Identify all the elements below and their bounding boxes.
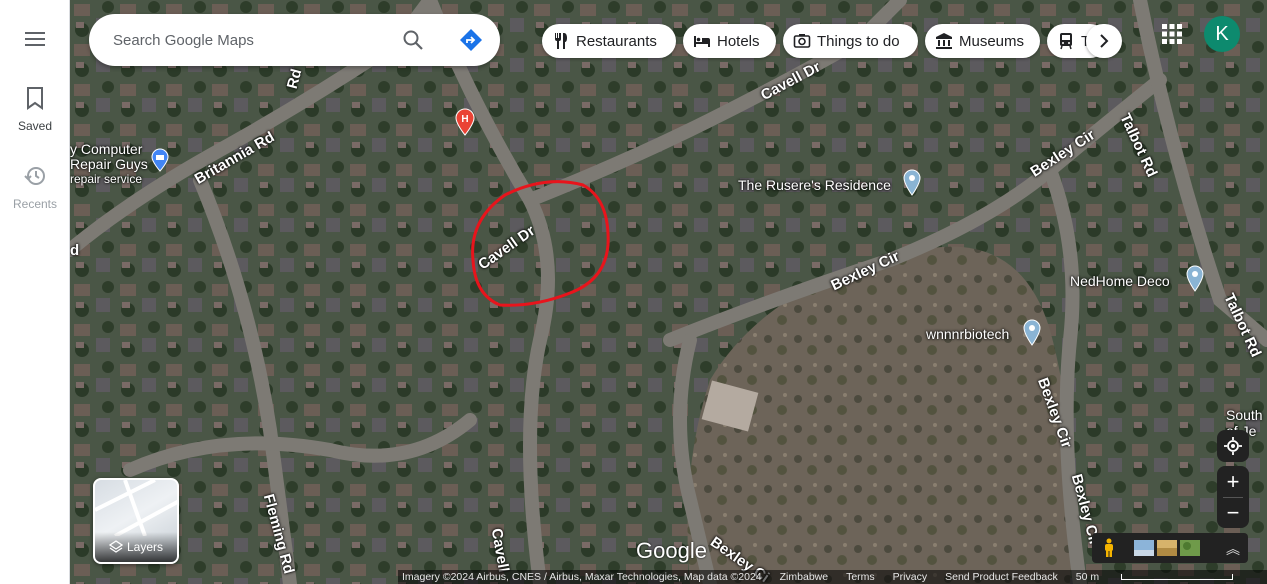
imagery-thumbnail-1[interactable] (1134, 540, 1154, 556)
chip-label: Restaurants (576, 32, 657, 50)
imagery-credit: Imagery ©2024 Airbus, CNES / Airbus, Max… (402, 571, 762, 583)
pegman-icon[interactable] (1102, 538, 1116, 558)
place-pin-icon[interactable] (1185, 264, 1205, 292)
camera-icon (793, 34, 811, 48)
layers-label: Layers (126, 540, 164, 554)
svg-text:H: H (461, 114, 468, 125)
chip-label: Museums (959, 32, 1025, 50)
account-avatar[interactable]: K (1204, 16, 1240, 52)
place-name-line1: y Computer (70, 141, 143, 157)
scale-label: 50 m (1075, 571, 1100, 583)
expand-icon[interactable]: ︽ (1226, 539, 1240, 559)
layers-thumbnail (95, 480, 177, 536)
bookmark-icon (27, 87, 43, 110)
chip-label: Hotels (717, 32, 760, 50)
apps-grid-icon[interactable] (1160, 22, 1184, 46)
search-box (89, 14, 500, 66)
search-icon[interactable] (401, 28, 425, 52)
place-label-computer-repair[interactable]: y Computer Repair Guys repair service (70, 142, 148, 187)
place-label-nedhome[interactable]: NedHome Deco (1070, 273, 1170, 289)
country-link[interactable]: Zimbabwe (780, 571, 828, 583)
saved-label: Saved (17, 119, 53, 133)
history-icon (24, 167, 45, 185)
recents-label: Recents (12, 197, 58, 211)
place-pin-icon[interactable] (1022, 318, 1042, 346)
scale-bar[interactable]: 50 m (1076, 571, 1251, 583)
my-location-button[interactable] (1217, 430, 1249, 462)
chip-museums[interactable]: Museums (925, 24, 1040, 58)
chip-label: Things to do (817, 32, 900, 50)
place-category: repair service (70, 172, 143, 186)
directions-icon[interactable] (459, 28, 483, 52)
search-input[interactable] (113, 28, 393, 52)
annotation-circle (471, 180, 610, 307)
map-canvas[interactable]: Britannia Rd Rd d Cavell Dr Cavell Dr Ca… (70, 0, 1267, 584)
repair-pin-icon[interactable] (150, 148, 170, 172)
imagery-thumbnail-2[interactable] (1157, 540, 1177, 556)
google-logo: Google (636, 538, 707, 563)
my-location-icon (1224, 437, 1242, 455)
imagery-thumbnail-3[interactable] (1180, 540, 1200, 556)
place-pin-icon[interactable] (902, 168, 922, 196)
minus-icon: − (1226, 499, 1240, 525)
chevron-right-icon (1100, 34, 1109, 48)
transit-icon (1060, 33, 1072, 50)
chip-restaurants[interactable]: Restaurants (542, 24, 676, 58)
plus-icon: + (1226, 468, 1240, 494)
hamburger-icon (0, 32, 70, 46)
left-rail: Saved Recents (0, 0, 70, 584)
place-label-wnnnr[interactable]: wnnnrbiotech (926, 326, 1009, 342)
menu-button[interactable] (0, 28, 70, 50)
layers-icon (108, 540, 123, 553)
terms-link[interactable]: Terms (846, 571, 875, 583)
chip-hotels[interactable]: Hotels (683, 24, 776, 58)
hospital-pin-icon[interactable]: H (454, 108, 476, 136)
scale-line (1121, 574, 1234, 580)
feedback-link[interactable]: Send Product Feedback (945, 571, 1058, 583)
fork-knife-icon (555, 33, 567, 49)
layers-button[interactable]: Layers (93, 478, 179, 564)
zoom-out-button[interactable]: − (1217, 498, 1249, 528)
recents-button[interactable]: Recents (0, 164, 70, 211)
bed-icon (694, 36, 710, 47)
place-name-line1: South (1226, 407, 1263, 423)
chip-things-to-do[interactable]: Things to do (783, 24, 918, 58)
zoom-controls: + − (1217, 466, 1249, 528)
place-label-rusere[interactable]: The Rusere's Residence (738, 177, 891, 193)
chips-next-button[interactable] (1086, 24, 1122, 58)
saved-button[interactable]: Saved (0, 86, 70, 133)
street-view-bar: ︽ (1092, 533, 1248, 563)
map-footer: Imagery ©2024 Airbus, CNES / Airbus, Max… (398, 570, 1267, 584)
privacy-link[interactable]: Privacy (893, 571, 927, 583)
place-name-line2: Repair Guys (70, 156, 148, 172)
road-label-d-left: d (70, 242, 80, 259)
zoom-in-button[interactable]: + (1217, 467, 1249, 497)
museum-icon (936, 33, 952, 49)
